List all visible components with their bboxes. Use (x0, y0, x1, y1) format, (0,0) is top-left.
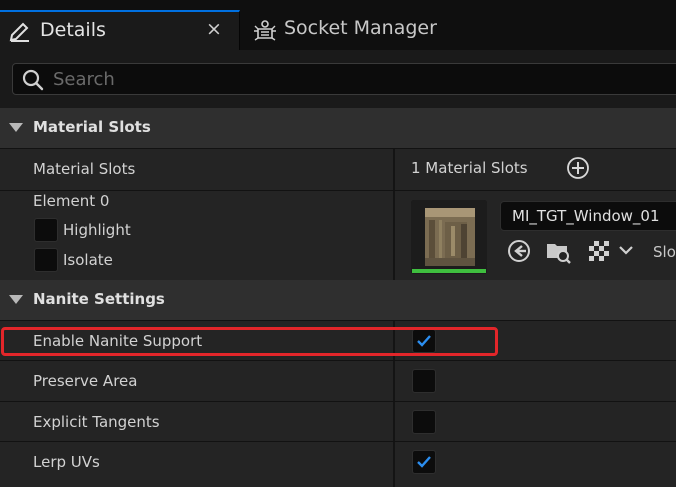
material-slots-label: Material Slots (33, 160, 136, 178)
category-title: Material Slots (33, 118, 151, 136)
checkmark-icon (417, 456, 431, 468)
column-divider[interactable] (393, 442, 395, 487)
thumbnail-status-strip (412, 269, 486, 273)
highlight-label: Highlight (63, 221, 131, 239)
material-asset-picker[interactable]: MI_TGT_Window_01 (500, 201, 676, 231)
category-material-slots[interactable]: Material Slots (0, 108, 676, 148)
explicit-tangents-label: Explicit Tangents (33, 413, 160, 431)
isolate-checkbox[interactable] (34, 248, 58, 272)
material-name: MI_TGT_Window_01 (512, 207, 660, 225)
preserve-area-row: Preserve Area (0, 360, 676, 401)
column-divider[interactable] (393, 149, 395, 190)
tab-details-label: Details (40, 19, 106, 41)
search-icon (22, 69, 44, 91)
socket-manager-icon (254, 20, 276, 41)
tab-socket-manager-label: Socket Manager (284, 17, 437, 39)
tab-bar: Details × Socket Manager (0, 0, 676, 50)
add-element-icon[interactable] (566, 156, 590, 180)
preserve-area-checkbox[interactable] (412, 369, 436, 393)
search-bar (0, 50, 676, 108)
isolate-label: Isolate (63, 251, 113, 269)
expand-arrow-icon[interactable] (9, 295, 23, 304)
expand-arrow-icon[interactable] (9, 123, 23, 132)
material-preview-image (411, 200, 487, 274)
use-selected-asset-icon[interactable] (506, 238, 532, 264)
element-0-label: Element 0 (33, 192, 110, 210)
search-input[interactable] (53, 66, 673, 92)
highlight-checkbox[interactable] (34, 218, 58, 242)
explicit-tangents-checkbox[interactable] (412, 410, 436, 434)
explicit-tangents-row: Explicit Tangents (0, 401, 676, 441)
tab-details[interactable]: Details × (0, 10, 240, 50)
material-slots-row: Material Slots 1 Material Slots (0, 148, 676, 190)
tab-socket-manager[interactable]: Socket Manager (244, 10, 484, 50)
chevron-down-icon[interactable] (616, 240, 636, 260)
annotation-highlight-box (1, 327, 498, 356)
browse-to-asset-icon[interactable] (545, 238, 571, 264)
close-icon[interactable]: × (204, 19, 224, 39)
lerp-uvs-row: Lerp UVs (0, 441, 676, 487)
column-divider[interactable] (393, 402, 395, 441)
category-title: Nanite Settings (33, 290, 165, 308)
details-pencil-icon (9, 22, 29, 42)
preserve-area-label: Preserve Area (33, 372, 138, 390)
material-slots-count: 1 Material Slots (411, 159, 528, 177)
slot-name-label: Slo (653, 243, 676, 261)
lerp-uvs-label: Lerp UVs (33, 453, 100, 471)
lerp-uvs-checkbox[interactable] (412, 450, 436, 474)
material-options-icon[interactable] (587, 238, 613, 264)
element-0-row: Element 0 Highlight Isolate MI_TGT_Windo… (0, 190, 676, 280)
column-divider[interactable] (393, 191, 395, 280)
search-box[interactable] (12, 63, 676, 95)
category-nanite-settings[interactable]: Nanite Settings (0, 280, 676, 320)
column-divider[interactable] (393, 361, 395, 401)
material-thumbnail[interactable] (411, 200, 487, 274)
